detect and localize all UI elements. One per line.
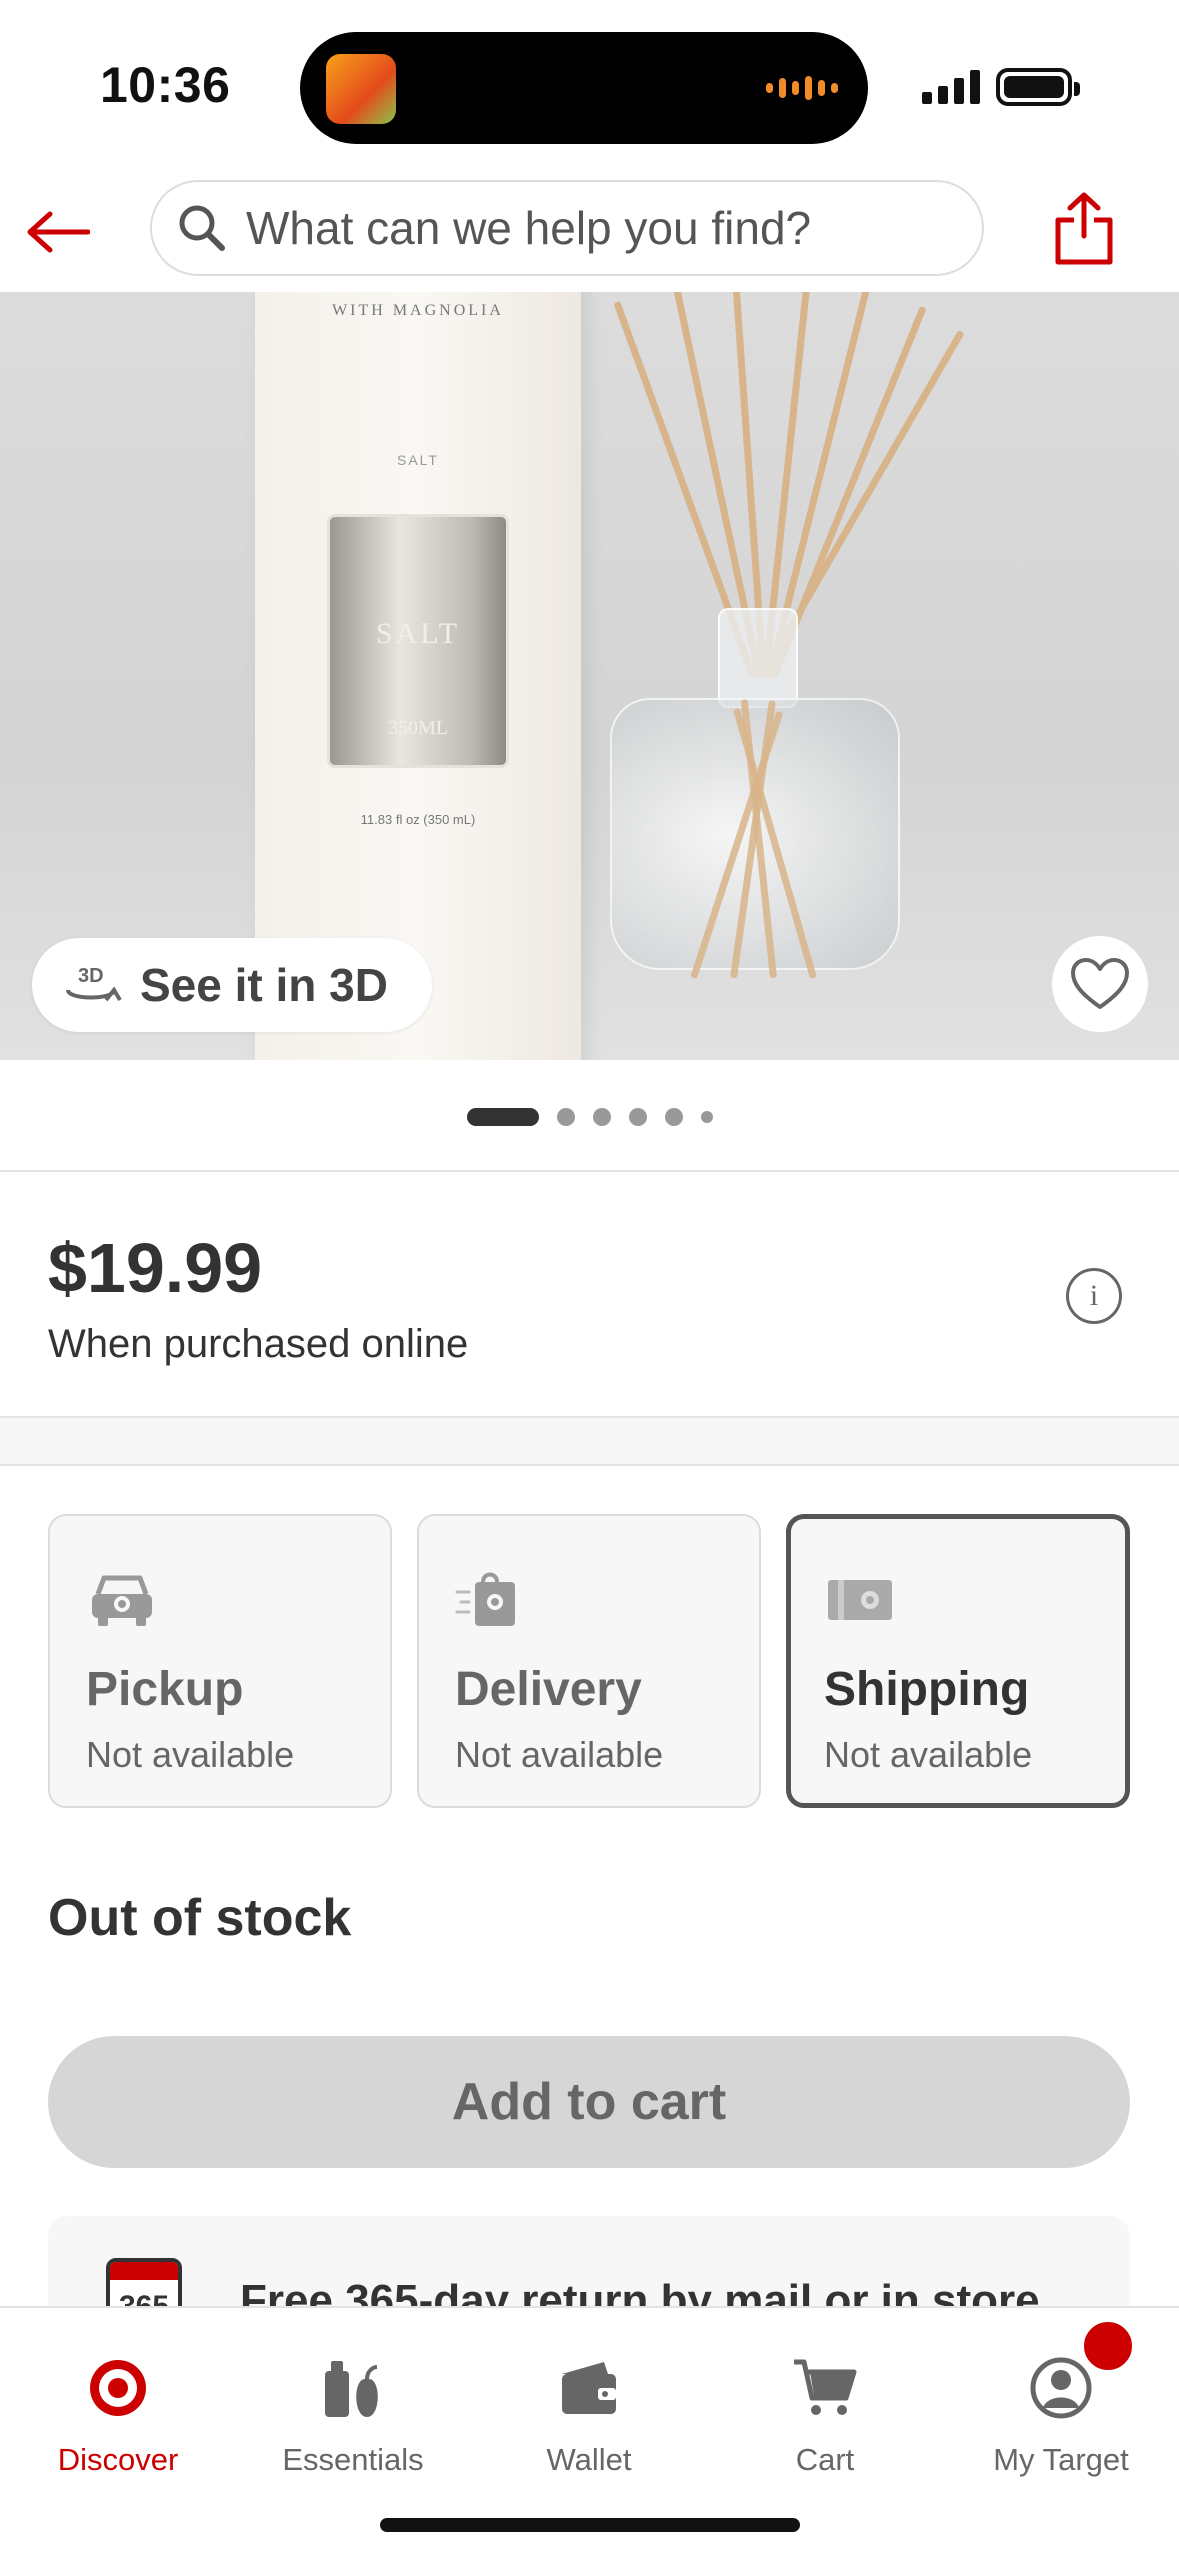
box-window-volume: 350ML (388, 717, 448, 739)
battery-icon (996, 68, 1080, 106)
price-info-button[interactable]: i (1066, 1268, 1122, 1324)
fulfillment-option-pickup[interactable]: Pickup Not available (48, 1514, 392, 1808)
now-playing-artwork (326, 54, 396, 124)
tab-wallet[interactable]: Wallet (471, 2308, 707, 2478)
fulfillment-title: Shipping (824, 1663, 1030, 1716)
tab-label: Essentials (282, 2442, 424, 2477)
box-name-text: SALT (397, 452, 439, 468)
carousel-dot[interactable] (556, 1108, 575, 1126)
add-to-cart-button[interactable]: Add to cart (48, 2036, 1130, 2168)
status-bar: 10:36 (0, 0, 1179, 170)
carousel-dot[interactable] (592, 1108, 611, 1126)
stock-status: Out of stock (48, 1889, 352, 1947)
target-bullseye-icon (82, 2352, 154, 2424)
search-icon (179, 205, 225, 251)
search-bar[interactable]: What can we help you find? (150, 180, 984, 276)
favorite-button[interactable] (1052, 936, 1148, 1032)
back-arrow-icon (27, 211, 90, 253)
box-size-text: 11.83 fl oz (350 mL) (360, 812, 476, 827)
dynamic-island[interactable] (300, 32, 868, 144)
fulfillment-status: Not available (86, 1734, 295, 1775)
cart-icon (789, 2352, 861, 2424)
status-time: 10:36 (100, 57, 231, 113)
share-button[interactable] (1046, 186, 1122, 272)
box-window-label: SALT (375, 617, 461, 650)
fulfillment-option-delivery[interactable]: Delivery Not available (417, 1514, 761, 1808)
box-brand-text: WITH MAGNOLIA (332, 302, 504, 319)
fulfillment-option-shipping[interactable]: Shipping Not available (786, 1514, 1130, 1808)
fulfillment-title: Delivery (455, 1663, 642, 1716)
essentials-icon (317, 2352, 389, 2424)
carousel-dot[interactable] (628, 1108, 647, 1126)
pickup-car-icon (92, 1575, 152, 1626)
see-in-3d-button[interactable]: 3D See it in 3D (32, 938, 432, 1032)
notification-badge (1080, 2318, 1136, 2374)
tab-label: Wallet (546, 2442, 632, 2477)
see-in-3d-label: See it in 3D (140, 959, 388, 1011)
share-icon (1055, 192, 1113, 265)
carousel-dot-active[interactable] (466, 1108, 539, 1126)
delivery-bag-icon (455, 1572, 515, 1626)
carousel-pagination (0, 1100, 1179, 1134)
info-icon: i (1089, 1279, 1099, 1312)
back-button[interactable] (20, 194, 96, 270)
search-input[interactable]: What can we help you find? (246, 201, 811, 255)
audio-waveform-icon (766, 76, 838, 100)
fulfillment-title: Pickup (86, 1663, 244, 1716)
3d-view-icon: 3D (66, 965, 122, 1002)
fulfillment-status: Not available (824, 1734, 1033, 1775)
heart-icon (1071, 958, 1129, 1009)
diffuser-bottle-image (610, 292, 965, 1060)
tab-label: Cart (795, 2442, 855, 2477)
tab-cart[interactable]: Cart (707, 2308, 943, 2478)
home-indicator[interactable] (380, 2518, 800, 2532)
tab-discover[interactable]: Discover (0, 2308, 236, 2478)
top-bar: What can we help you find? (0, 170, 1179, 292)
divider (0, 1170, 1179, 1172)
box-window: SALT 350ML (327, 514, 509, 768)
carousel-dot[interactable] (700, 1111, 713, 1123)
price-note: When purchased online (48, 1322, 469, 1366)
cellular-signal-icon (922, 68, 980, 104)
tab-essentials[interactable]: Essentials (235, 2308, 471, 2478)
shipping-box-icon (828, 1580, 892, 1620)
tab-my-target[interactable]: My Target (943, 2308, 1179, 2478)
tab-label: Discover (57, 2442, 179, 2477)
section-separator (0, 1416, 1179, 1466)
wallet-icon (553, 2352, 625, 2424)
svg-text:3D: 3D (78, 965, 104, 987)
product-price: $19.99 (48, 1229, 263, 1307)
fulfillment-status: Not available (455, 1734, 664, 1775)
carousel-dot[interactable] (664, 1108, 683, 1126)
tab-label: My Target (993, 2442, 1129, 2477)
